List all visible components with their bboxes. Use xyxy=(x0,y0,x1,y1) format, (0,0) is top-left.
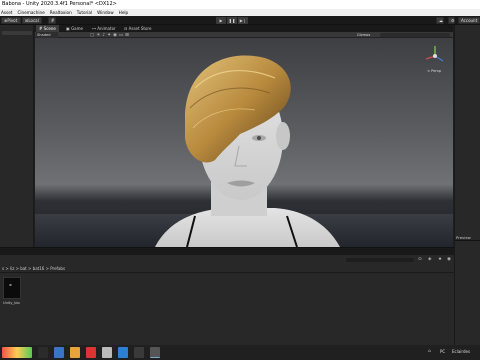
play-icon: ▶ xyxy=(219,18,223,23)
asset-thumbnail[interactable]: ▪ xyxy=(3,277,21,299)
preview-divider xyxy=(455,240,480,241)
unity-icon[interactable] xyxy=(150,347,160,358)
menu-bar: Asset Cinemachine Realtoxion Tutorial Wi… xyxy=(0,9,480,16)
character-render xyxy=(155,55,340,247)
network-icon[interactable]: ⌂ xyxy=(428,349,431,354)
hidden-objects-icon[interactable]: ◉ xyxy=(113,33,117,38)
star-icon[interactable]: ★ xyxy=(438,257,442,262)
local-label: Local xyxy=(28,18,39,23)
game-icon: ▣ xyxy=(66,26,70,31)
tab-game[interactable]: ▣ Game xyxy=(63,25,86,32)
eye-icon[interactable]: ◉ xyxy=(447,257,451,262)
tab-animator-label: Animator xyxy=(97,26,116,31)
menu-item-asset[interactable]: Asset xyxy=(1,9,12,16)
project-search-input[interactable] xyxy=(346,258,414,262)
prefab-icon: ▪ xyxy=(9,282,12,287)
hash-icon: # xyxy=(39,26,43,31)
app-icon[interactable] xyxy=(118,347,128,358)
opera-icon[interactable] xyxy=(86,347,96,358)
project-toolbar: ⊙ ◈ ★ ◉ xyxy=(0,255,454,265)
windows-taskbar: ⌂ PC Eclairdes xyxy=(0,345,480,360)
ear-shape xyxy=(276,122,290,150)
document-icon[interactable] xyxy=(102,347,112,358)
label-icon[interactable]: ◈ xyxy=(428,257,431,262)
asset-label[interactable]: Unity_bio xyxy=(3,301,20,305)
window-title: Babona - Unity 2020.3.4f1 Personal* <DX1… xyxy=(0,0,480,9)
project-tab-row xyxy=(0,248,454,255)
menu-item-cinemachine[interactable]: Cinemachine xyxy=(17,9,44,16)
persp-label[interactable]: < Persp xyxy=(427,69,441,73)
search-icon[interactable] xyxy=(38,347,48,358)
camera-icon[interactable]: ▭ xyxy=(119,33,123,38)
cloud-icon: ☁ xyxy=(439,18,443,23)
pivot-label: Pivot xyxy=(7,18,18,23)
inspector-panel: Preview xyxy=(454,25,480,345)
tab-animator[interactable]: ⊶ Animator xyxy=(89,25,119,32)
view-tab-row: # Scene ▣ Game ⊶ Animator ⊟ Asset Store xyxy=(35,25,453,32)
local-button[interactable]: ⊞Local xyxy=(22,17,42,24)
menu-item-tutorial[interactable]: Tutorial xyxy=(77,9,92,16)
hierarchy-panel xyxy=(0,25,34,247)
project-breadcrumb[interactable]: s > liz > bat > bat16 > Prefabs xyxy=(0,265,65,272)
collab-button[interactable]: ☁ xyxy=(436,17,444,24)
scene-toggle-group: ▢ ☀ ♪ ✦ ◉ ▭ ⊞ xyxy=(90,33,170,38)
tab-scene-label: Scene xyxy=(43,26,56,31)
project-panel: ⊙ ◈ ★ ◉ s > liz > bat > bat16 > Prefabs … xyxy=(0,247,454,345)
filter-icon[interactable]: ⊙ xyxy=(418,257,422,262)
menu-item-help[interactable]: Help xyxy=(119,9,129,16)
taskbar-user[interactable]: Eclairdes xyxy=(452,349,470,354)
tab-game-label: Game xyxy=(71,26,83,31)
pause-icon: ❚❚ xyxy=(228,18,236,23)
orientation-gizmo[interactable] xyxy=(423,44,447,68)
scene-viewport[interactable]: < Persp xyxy=(35,38,453,247)
browser-icon[interactable] xyxy=(54,347,64,358)
animator-icon: ⊶ xyxy=(92,26,96,31)
hierarchy-search[interactable] xyxy=(2,31,32,35)
step-button[interactable]: ▶❘ xyxy=(238,17,248,24)
snap-button[interactable]: # xyxy=(48,17,56,24)
audio-icon[interactable]: ♪ xyxy=(102,33,105,38)
light-icon[interactable]: ☀ xyxy=(96,33,100,38)
services-button[interactable]: ⚙ xyxy=(448,17,455,24)
grid-icon: # xyxy=(51,18,55,23)
pivot-button[interactable]: ⊕Pivot xyxy=(1,17,21,24)
2d-toggle-icon[interactable]: ▢ xyxy=(90,33,94,38)
step-icon: ▶❘ xyxy=(239,18,247,23)
start-button-icon[interactable] xyxy=(2,347,32,358)
store-icon: ⊟ xyxy=(124,26,128,31)
effects-icon[interactable]: ✦ xyxy=(107,33,111,38)
tab-scene[interactable]: # Scene xyxy=(36,25,59,32)
menu-item-window[interactable]: Window xyxy=(97,9,114,16)
language-indicator[interactable]: PC xyxy=(440,349,445,354)
grid-toggle-icon[interactable]: ⊞ xyxy=(125,33,129,38)
pause-button[interactable]: ❚❚ xyxy=(227,17,237,24)
tab-asset-store[interactable]: ⊟ Asset Store xyxy=(121,25,154,32)
breadcrumb-divider xyxy=(0,272,454,273)
main-toolbar: ⊕Pivot ⊞Local # ▶ ❚❚ ▶❘ ☁ ⚙ Account xyxy=(0,16,480,25)
gear-icon: ⚙ xyxy=(451,18,455,23)
menu-item-realtoxion[interactable]: Realtoxion xyxy=(50,9,72,16)
scene-search-input[interactable] xyxy=(380,33,450,37)
account-button[interactable]: Account xyxy=(458,17,480,24)
play-button[interactable]: ▶ xyxy=(216,17,226,24)
tab-asset-store-label: Asset Store xyxy=(128,26,152,31)
unity-editor: Babona - Unity 2020.3.4f1 Personal* <DX1… xyxy=(0,0,480,360)
folder-icon[interactable] xyxy=(70,347,80,358)
steam-icon[interactable] xyxy=(134,347,144,358)
